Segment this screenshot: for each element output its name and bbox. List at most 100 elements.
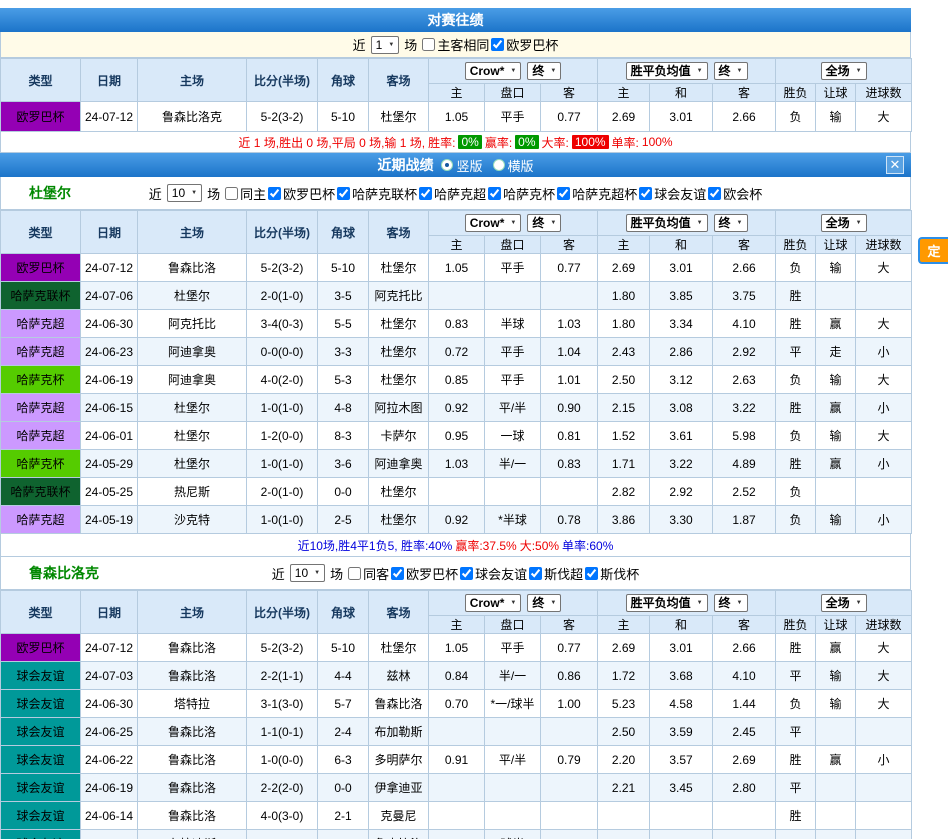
filter-checkbox[interactable]: 斯伐杯	[585, 564, 639, 583]
filter-checkbox[interactable]: 哈萨克超杯	[557, 184, 637, 203]
final-odds-select[interactable]: 终▼	[527, 214, 561, 232]
eu-away-odds: 2.52	[713, 478, 776, 506]
match-date: 24-05-29	[81, 450, 138, 478]
checkbox-label: 同客	[363, 564, 389, 583]
ah-home-odds: 0.95	[429, 422, 485, 450]
filter-checkbox[interactable]: 同客	[348, 564, 389, 583]
chevron-down-icon: ▼	[737, 64, 743, 78]
checkbox[interactable]	[460, 567, 473, 580]
filter-checkbox[interactable]: 球会友谊	[460, 564, 527, 583]
checkbox[interactable]	[268, 187, 281, 200]
bookmaker-select[interactable]: Crow*▼	[465, 214, 522, 232]
match-date: 24-06-19	[81, 774, 138, 802]
team2-filter-checkboxes: 同客欧罗巴杯球会友谊斯伐超斯伐杯	[348, 564, 639, 583]
filter-checkbox[interactable]: 哈萨克联杯	[337, 184, 417, 203]
eu-draw-odds: 3.34	[650, 310, 713, 338]
eu-home-odds: 3.86	[598, 506, 650, 534]
column-header: 角球	[318, 211, 369, 254]
filter-checkbox[interactable]: 同主	[225, 184, 266, 203]
column-header: 比分(半场)	[247, 591, 318, 634]
checkbox[interactable]	[708, 187, 721, 200]
avg-odds-select[interactable]: 胜平负均值▼	[626, 594, 708, 612]
checkbox[interactable]	[557, 187, 570, 200]
ah-home-odds: 1.05	[429, 254, 485, 282]
checkbox[interactable]	[529, 567, 542, 580]
eu-draw-odds: 3.85	[650, 282, 713, 310]
select-value: 终	[532, 216, 544, 230]
final-avg-select[interactable]: 终▼	[714, 214, 748, 232]
filter-checkbox[interactable]: 斯伐超	[529, 564, 583, 583]
filter-checkbox[interactable]: 哈萨克杯	[488, 184, 555, 203]
final-odds-select[interactable]: 终▼	[527, 62, 561, 80]
checkbox-label: 哈萨克超	[434, 184, 486, 203]
ah-handicap	[485, 718, 541, 746]
ah-handicap: 平手	[485, 338, 541, 366]
team2-count-select[interactable]: 10▼	[290, 564, 325, 582]
layout-radio[interactable]: 竖版	[441, 156, 482, 175]
eu-draw-odds: 3.22	[650, 450, 713, 478]
final-odds-select[interactable]: 终▼	[527, 594, 561, 612]
final-avg-select[interactable]: 终▼	[714, 62, 748, 80]
filter-checkbox[interactable]: 欧会杯	[708, 184, 762, 203]
handicap-result	[816, 282, 856, 310]
match-row: 球会友谊24-06-14鲁森比洛4-0(3-0)2-1克曼尼胜	[1, 802, 912, 830]
match-row: 哈萨克杯24-06-19阿迪拿奥4-0(2-0)5-3杜堡尔0.85平手1.01…	[1, 366, 912, 394]
ah-home-odds	[429, 774, 485, 802]
select-wrap: 全场▼	[777, 594, 910, 612]
filter-checkbox[interactable]: 欧罗巴杯	[491, 35, 558, 54]
team1-count-select[interactable]: 10▼	[167, 184, 202, 202]
corners: 4-3	[318, 830, 369, 839]
checkbox[interactable]	[391, 567, 404, 580]
checkbox[interactable]	[337, 187, 350, 200]
filter-checkbox[interactable]: 主客相同	[422, 35, 489, 54]
eu-home-odds: 1.80	[598, 310, 650, 338]
avg-odds-select[interactable]: 胜平负均值▼	[626, 214, 708, 232]
radio-icon[interactable]	[441, 159, 453, 171]
checkbox[interactable]	[491, 38, 504, 51]
eu-home-odds: 2.82	[598, 478, 650, 506]
close-icon[interactable]: ✕	[886, 156, 904, 174]
sub-column-header: 主	[598, 84, 650, 102]
bookmaker-select[interactable]: Crow*▼	[465, 594, 522, 612]
checkbox[interactable]	[585, 567, 598, 580]
customize-tab[interactable]: 定	[918, 237, 948, 264]
checkbox[interactable]	[639, 187, 652, 200]
goals-result: 大	[856, 102, 912, 132]
avg-odds-select[interactable]: 胜平负均值▼	[626, 62, 708, 80]
layout-radio[interactable]: 横版	[493, 156, 534, 175]
bookmaker-select[interactable]: Crow*▼	[465, 62, 522, 80]
filter-checkbox[interactable]: 欧罗巴杯	[391, 564, 458, 583]
corners: 0-0	[318, 774, 369, 802]
final-avg-select[interactable]: 终▼	[714, 594, 748, 612]
goals-result: 大	[856, 690, 912, 718]
column-header: 日期	[81, 591, 138, 634]
checkbox[interactable]	[348, 567, 361, 580]
h2h-count-select[interactable]: 1▼	[371, 36, 400, 54]
goals-result	[856, 718, 912, 746]
ah-home-odds: 0.91	[429, 746, 485, 774]
checkbox[interactable]	[419, 187, 432, 200]
clipped-top-row	[0, 0, 948, 8]
goals-result: 大	[856, 662, 912, 690]
scope-select[interactable]: 全场▼	[821, 214, 867, 232]
scope-select[interactable]: 全场▼	[821, 62, 867, 80]
ah-home-odds	[429, 802, 485, 830]
ah-away-odds: 1.04	[541, 338, 598, 366]
checkbox[interactable]	[488, 187, 501, 200]
radio-icon[interactable]	[493, 159, 505, 171]
header-select-group: 胜平负均值▼ 终▼	[598, 59, 776, 84]
filter-checkbox[interactable]: 球会友谊	[639, 184, 706, 203]
column-header: 类型	[1, 59, 81, 102]
league-badge: 哈萨克杯	[1, 450, 81, 478]
scope-select[interactable]: 全场▼	[821, 594, 867, 612]
checkbox[interactable]	[422, 38, 435, 51]
checkbox[interactable]	[225, 187, 238, 200]
filter-checkbox[interactable]: 哈萨克超	[419, 184, 486, 203]
goals-result: 大	[856, 254, 912, 282]
match-score: 1-0(0-0)	[247, 746, 318, 774]
home-team: 鲁森比洛克	[138, 102, 247, 132]
filter-checkbox[interactable]: 欧罗巴杯	[268, 184, 335, 203]
goals-result	[856, 802, 912, 830]
sub-column-header: 让球	[816, 616, 856, 634]
goals-result	[856, 830, 912, 839]
